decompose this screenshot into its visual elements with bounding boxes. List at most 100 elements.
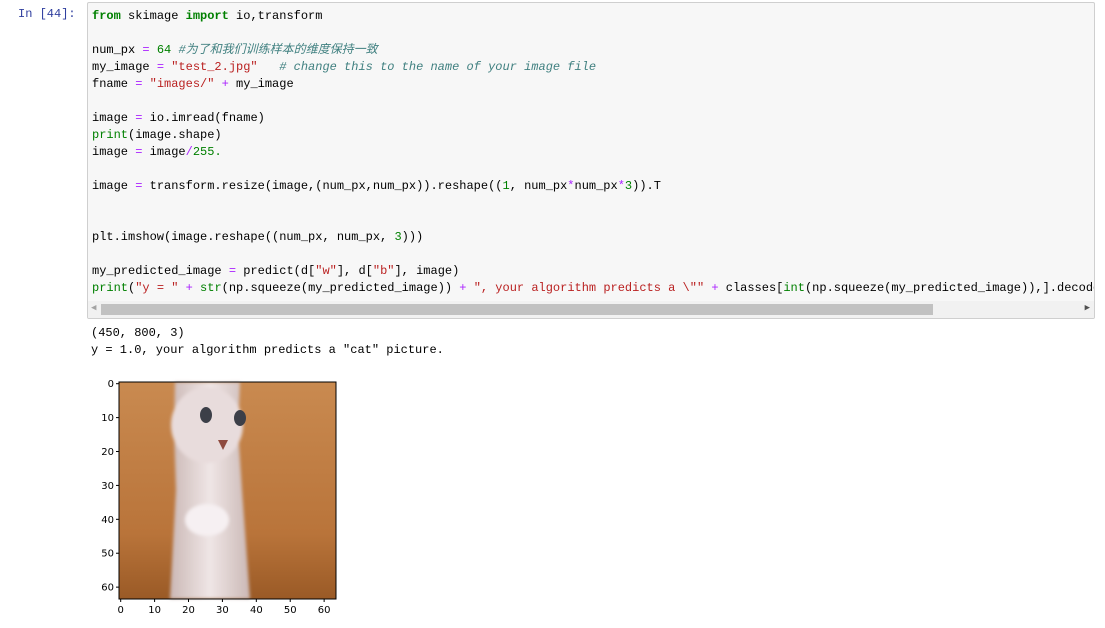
y-tick-label: 20: [101, 447, 114, 458]
code-token: predict(d[: [236, 264, 316, 278]
code-token: import: [185, 9, 229, 23]
code-token: transform.resize(image,(num_px,num_px)).…: [142, 179, 503, 193]
x-tick-label: 10: [148, 605, 161, 616]
scroll-right-icon[interactable]: ▶: [1085, 303, 1090, 313]
code-token: image: [92, 145, 136, 159]
code-token: io.imread(fname): [142, 111, 265, 125]
code-token: =: [228, 264, 237, 278]
code-token: plt.imshow(image.reshape((num_px, num_px…: [92, 230, 395, 244]
x-tick-label: 50: [284, 605, 297, 616]
code-token: my_predicted_image: [92, 264, 229, 278]
cell-output: (450, 800, 3) y = 1.0, your algorithm pre…: [91, 325, 444, 359]
code-line: num_px = 64 #为了和我们训练样本的维度保持一致: [92, 42, 1094, 59]
code-token: +: [711, 281, 719, 295]
code-token: print: [92, 128, 129, 142]
code-editor[interactable]: from skimage import io,transform num_px …: [92, 8, 1095, 297]
code-token: "test_2.jpg": [171, 60, 258, 74]
code-token: image: [92, 111, 136, 125]
code-token: num_px: [574, 179, 618, 193]
code-token: 1: [502, 179, 510, 193]
code-token: ], image): [394, 264, 460, 278]
code-token: my_image: [228, 77, 294, 91]
output-line: y = 1.0, your algorithm predicts a "cat"…: [91, 343, 444, 357]
y-tick-label: 0: [108, 379, 114, 390]
code-line: plt.imshow(image.reshape((num_px, num_px…: [92, 229, 1094, 246]
code-token: /: [185, 145, 193, 159]
code-token: *: [567, 179, 575, 193]
code-token: str: [200, 281, 222, 295]
code-token: +: [221, 77, 229, 91]
code-token: +: [459, 281, 467, 295]
code-token: io,transform: [228, 9, 323, 23]
code-token: *: [617, 179, 625, 193]
code-line: image = transform.resize(image,(num_px,n…: [92, 178, 1094, 195]
y-tick-label: 50: [101, 549, 114, 560]
scroll-left-icon[interactable]: ◀: [91, 303, 96, 313]
code-token: from: [92, 9, 121, 23]
x-tick-label: 40: [250, 605, 263, 616]
code-token: 3: [394, 230, 402, 244]
code-token: my_image: [92, 60, 157, 74]
code-token: =: [142, 43, 150, 57]
y-tick-label: 30: [101, 481, 114, 492]
code-token: (np.squeeze(my_predicted_image)): [221, 281, 460, 295]
code-line: image = io.imread(fname): [92, 110, 1094, 127]
code-token: (np.squeeze(my_predicted_image)),].decod…: [804, 281, 1095, 295]
code-token: image: [92, 179, 136, 193]
code-token: "w": [315, 264, 337, 278]
code-token: # change this to the name of your image …: [279, 60, 597, 74]
code-line: from skimage import io,transform: [92, 8, 1094, 25]
code-token: #为了和我们训练样本的维度保持一致: [178, 43, 378, 57]
code-token: ", your algorithm predicts a \"": [473, 281, 705, 295]
code-token: , num_px: [509, 179, 568, 193]
code-token: classes[: [718, 281, 784, 295]
code-token: "images/": [149, 77, 215, 91]
code-line: image = image/255.: [92, 144, 1094, 161]
y-tick-label: 40: [101, 515, 114, 526]
code-token: num_px: [92, 43, 143, 57]
code-token: ], d[: [336, 264, 373, 278]
code-token: =: [156, 60, 165, 74]
code-token: "y = ": [135, 281, 179, 295]
cat-image: [119, 382, 336, 599]
imshow-plot: 0 10 20 30 40 50 60 0 10 20 30 40 50 60: [101, 379, 337, 616]
output-line: (450, 800, 3): [91, 326, 185, 340]
code-token: )).T: [632, 179, 661, 193]
code-token: image: [142, 145, 186, 159]
x-tick-label: 60: [318, 605, 331, 616]
cell-prompt: In [44]:: [18, 7, 76, 21]
y-tick-label: 60: [101, 583, 114, 594]
code-token: "b": [372, 264, 395, 278]
code-line: print(image.shape): [92, 127, 1094, 144]
y-tick-label: 10: [101, 413, 114, 424]
code-token: ))): [401, 230, 424, 244]
scrollbar-thumb[interactable]: [101, 304, 933, 315]
code-line: my_image = "test_2.jpg" # change this to…: [92, 59, 1094, 76]
code-token: fname: [92, 77, 136, 91]
code-token: 255.: [192, 145, 222, 159]
x-tick-label: 20: [182, 605, 195, 616]
horizontal-scrollbar[interactable]: ◀ ▶: [88, 301, 1094, 318]
code-token: print: [92, 281, 129, 295]
code-line: print("y = " + str(np.squeeze(my_predict…: [92, 280, 1095, 297]
code-cell[interactable]: from skimage import io,transform num_px …: [87, 2, 1095, 319]
code-line: my_predicted_image = predict(d["w"], d["…: [92, 263, 1094, 280]
x-tick-label: 30: [216, 605, 229, 616]
x-tick-label: 0: [118, 605, 124, 616]
code-token: (image.shape): [128, 128, 222, 142]
code-token: skimage: [120, 9, 186, 23]
code-line: fname = "images/" + my_image: [92, 76, 1094, 93]
